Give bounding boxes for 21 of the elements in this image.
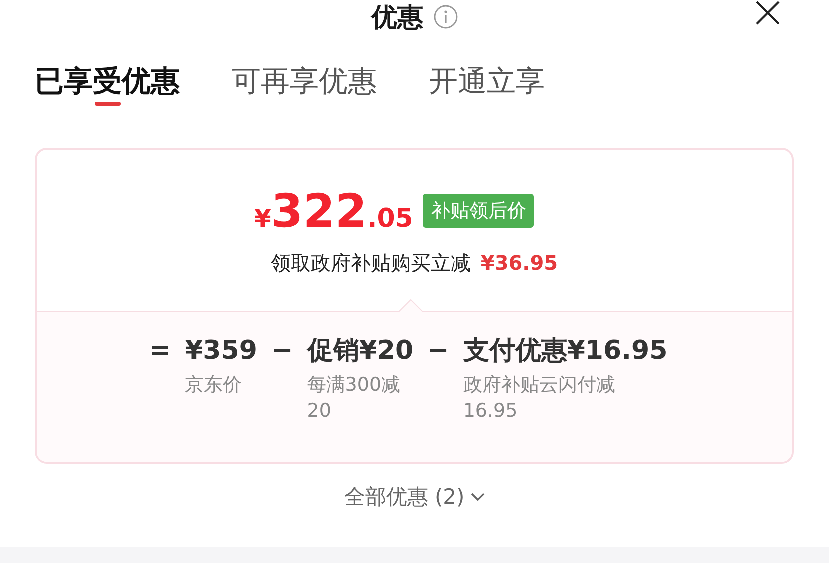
- all-offers-button[interactable]: 全部优惠 (2): [338, 482, 491, 512]
- breakdown-amount: 促销¥20: [307, 335, 414, 368]
- tab[interactable]: 已享受优惠: [35, 62, 180, 106]
- operator-sign: −: [271, 335, 294, 368]
- chevron-down-icon: [470, 492, 485, 502]
- operator-sign: −: [428, 335, 450, 368]
- breakdown-amount: ¥359: [185, 335, 258, 368]
- subsidy-text: 领取政府补贴购买立减: [270, 250, 471, 277]
- price: ¥322.05: [254, 188, 414, 234]
- breakdown-note: 京东价: [185, 373, 244, 398]
- breakdown-note: 每满300减20: [307, 373, 402, 424]
- panel-title: 优惠: [372, 2, 424, 34]
- close-icon[interactable]: [755, 0, 781, 26]
- tab[interactable]: 开通立享: [429, 62, 545, 106]
- info-icon[interactable]: [434, 5, 458, 29]
- price-badge: 补贴领后价: [423, 194, 534, 228]
- tab[interactable]: 可再享优惠: [232, 62, 377, 106]
- operator-sign: =: [149, 335, 172, 368]
- saving-amount: ¥36.95: [480, 251, 558, 275]
- breakdown-note: 政府补贴云闪付减16.95: [463, 373, 616, 424]
- breakdown-amount: 支付优惠¥16.95: [463, 335, 668, 368]
